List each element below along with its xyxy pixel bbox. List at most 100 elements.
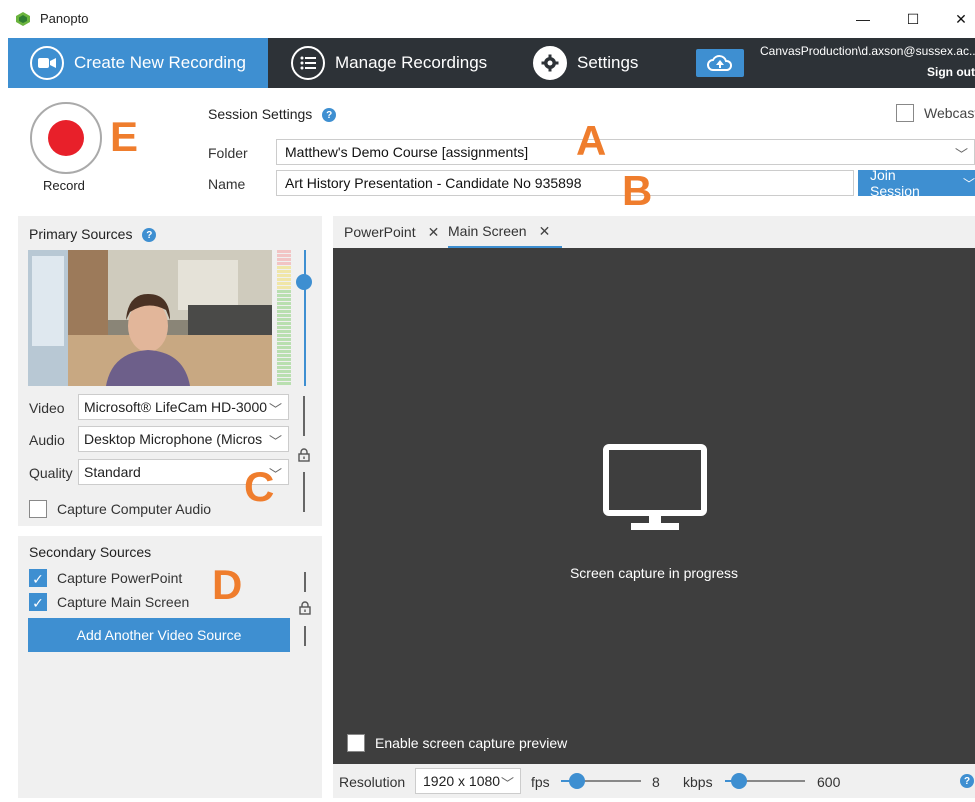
screen-capture-preview-label: Enable screen capture preview <box>375 735 568 751</box>
kbps-slider[interactable] <box>725 773 805 789</box>
close-icon[interactable]: ✕ <box>539 223 551 240</box>
capture-main-screen-checkbox[interactable]: ✓ <box>29 593 47 611</box>
primary-sources-label: Primary Sources <box>29 226 133 242</box>
session-name-input[interactable]: Art History Presentation - Candidate No … <box>276 170 854 196</box>
join-session-label: Join Session <box>870 167 920 199</box>
record-button[interactable] <box>30 102 102 174</box>
lock-icon[interactable] <box>299 601 311 615</box>
meter-segment <box>277 338 291 341</box>
meter-segment <box>277 278 291 281</box>
upload-button[interactable] <box>696 49 744 77</box>
meter-segment <box>277 362 291 365</box>
meter-segment <box>277 290 291 293</box>
tab-powerpoint[interactable]: PowerPoint ✕ <box>344 216 439 248</box>
volume-slider-handle[interactable] <box>296 274 312 290</box>
close-window-button[interactable]: ✕ <box>948 6 974 32</box>
meter-segment <box>277 342 291 345</box>
capture-powerpoint-checkbox[interactable]: ✓ <box>29 569 47 587</box>
fps-label: fps <box>531 774 550 790</box>
help-icon[interactable]: ? <box>142 228 157 243</box>
resolution-label: Resolution <box>339 774 406 790</box>
video-source-select[interactable]: Microsoft® LifeCam HD-3000 ﹀ <box>78 394 289 420</box>
kbps-label: kbps <box>683 774 713 790</box>
session-name-value: Art History Presentation - Candidate No … <box>285 175 582 191</box>
capture-settings-bar: Resolution 1920 x 1080 ﹀ fps 8 kbps 600 … <box>333 764 975 798</box>
capture-computer-audio-toggle[interactable]: Capture Computer Audio <box>29 500 211 518</box>
meter-segment <box>277 382 291 385</box>
help-icon[interactable]: ? <box>960 774 974 788</box>
folder-select[interactable]: Matthew's Demo Course [assignments] ﹀ <box>276 139 975 165</box>
screen-capture-preview-checkbox[interactable] <box>347 734 365 752</box>
meter-segment <box>277 266 291 269</box>
minimize-button[interactable]: — <box>850 6 876 32</box>
fps-slider-handle[interactable] <box>569 773 585 789</box>
secondary-sources-panel: Secondary Sources ✓ Capture PowerPoint ✓… <box>18 536 322 798</box>
chevron-down-icon: ﹀ <box>954 147 968 162</box>
meter-segment <box>277 374 291 377</box>
annotation-e: E <box>110 113 139 160</box>
maximize-button[interactable]: ☐ <box>900 6 926 32</box>
video-camera-icon <box>30 46 64 80</box>
meter-segment <box>277 286 291 289</box>
meter-segment <box>277 302 291 305</box>
meter-segment <box>277 310 291 313</box>
add-video-source-label: Add Another Video Source <box>76 627 242 643</box>
close-icon[interactable]: ✕ <box>428 224 440 241</box>
screen-capture-preview-toggle[interactable]: Enable screen capture preview <box>347 734 567 752</box>
tab-label: Create New Recording <box>74 53 246 72</box>
audio-label: Audio <box>29 432 65 448</box>
folder-label: Folder <box>208 145 248 161</box>
annotation-b: B <box>622 167 653 214</box>
join-session-button[interactable]: Join Session ﹀ <box>858 167 975 199</box>
meter-segment <box>277 306 291 309</box>
capture-computer-audio-checkbox[interactable] <box>29 500 47 518</box>
tab-label: Settings <box>577 53 639 72</box>
name-label: Name <box>208 176 246 192</box>
help-icon[interactable]: ? <box>322 108 337 123</box>
video-source-value: Microsoft® LifeCam HD-3000 <box>84 399 268 415</box>
fps-slider[interactable] <box>561 773 641 789</box>
gear-icon <box>533 46 567 80</box>
session-settings-area: Record E Session Settings ? Folder Matth… <box>8 88 975 212</box>
primary-sources-title: Primary Sources ? <box>29 226 157 243</box>
volume-slider-track[interactable] <box>304 250 306 386</box>
webcast-label: Webcast <box>924 105 975 121</box>
webcam-preview <box>28 250 272 386</box>
webcast-toggle[interactable]: Webcast <box>896 104 975 122</box>
chevron-down-icon: ﹀ <box>266 431 282 450</box>
record-label: Record <box>43 178 85 193</box>
link-line <box>304 572 306 592</box>
meter-segment <box>277 378 291 381</box>
quality-label: Quality <box>29 465 73 481</box>
link-line <box>303 472 305 512</box>
chevron-down-icon: ﹀ <box>266 399 282 418</box>
session-settings-label: Session Settings <box>208 106 313 122</box>
tab-manage-recordings[interactable]: Manage Recordings <box>291 38 487 88</box>
meter-segment <box>277 270 291 273</box>
webcast-checkbox[interactable] <box>896 104 914 122</box>
primary-sources-panel: Primary Sources ? Video Microsoft® LifeC… <box>18 216 322 526</box>
capture-powerpoint-toggle[interactable]: ✓ Capture PowerPoint <box>29 569 182 587</box>
capture-tabs: PowerPoint ✕ Main Screen ✕ <box>333 216 975 248</box>
add-video-source-button[interactable]: Add Another Video Source <box>28 618 290 652</box>
kbps-slider-handle[interactable] <box>731 773 747 789</box>
tab-create-new-recording[interactable]: Create New Recording <box>8 38 268 88</box>
sign-out-link[interactable]: Sign out <box>927 65 975 79</box>
kbps-value: 600 <box>817 774 841 790</box>
audio-source-select[interactable]: Desktop Microphone (Micros ﹀ <box>78 426 289 452</box>
meter-segment <box>277 322 291 325</box>
resolution-select[interactable]: 1920 x 1080 ﹀ <box>415 768 521 794</box>
lock-icon[interactable] <box>298 448 310 462</box>
capture-main-screen-toggle[interactable]: ✓ Capture Main Screen <box>29 593 189 611</box>
session-settings-title: Session Settings ? <box>208 106 337 123</box>
meter-segment <box>277 350 291 353</box>
tab-main-screen[interactable]: Main Screen ✕ <box>448 216 563 248</box>
meter-segment <box>277 318 291 321</box>
chevron-down-icon: ﹀ <box>962 176 975 191</box>
meter-segment <box>277 366 291 369</box>
meter-segment <box>277 274 291 277</box>
capture-main-screen-label: Capture Main Screen <box>57 594 190 610</box>
meter-segment <box>277 354 291 357</box>
tab-label: Main Screen <box>448 223 527 239</box>
tab-settings[interactable]: Settings <box>533 38 638 88</box>
